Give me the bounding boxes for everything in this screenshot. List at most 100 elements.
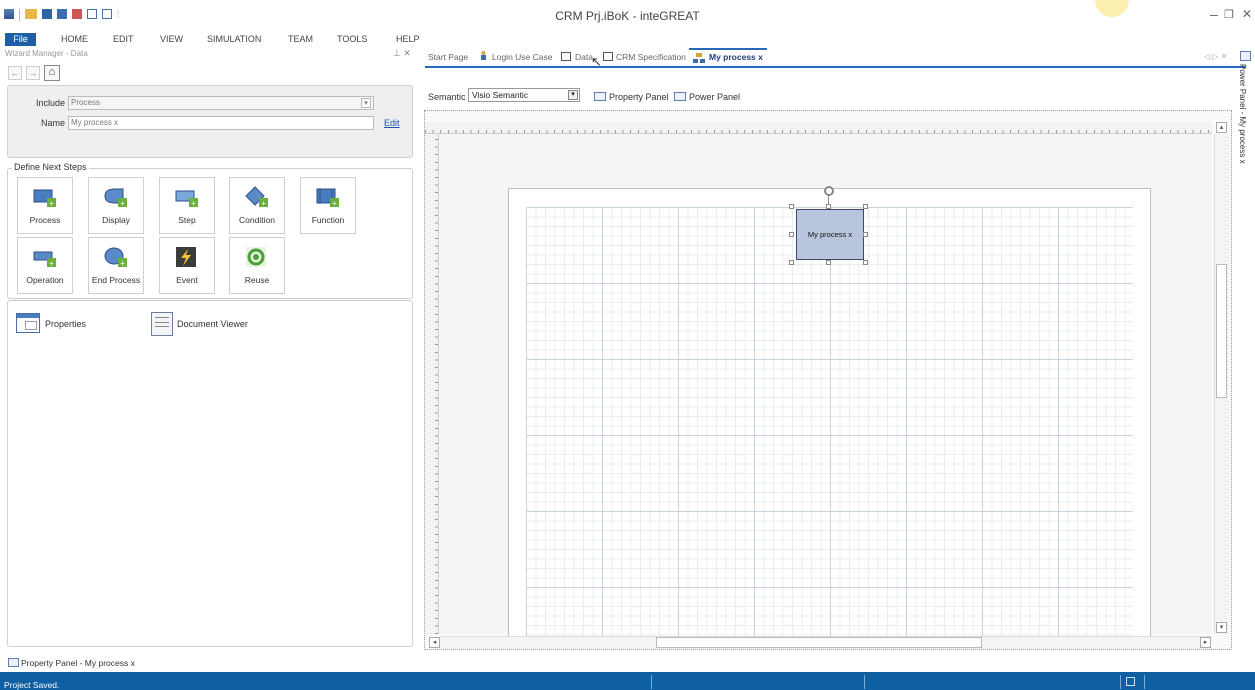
svg-text:+: +: [120, 199, 125, 208]
horizontal-scroll-thumb[interactable]: [656, 637, 982, 648]
name-field[interactable]: My process x: [68, 116, 374, 130]
property-panel-tab-icon: [8, 658, 19, 667]
include-value: Process: [71, 98, 100, 107]
tab-team[interactable]: TEAM: [288, 34, 313, 44]
status-text: Project Saved.: [4, 680, 60, 690]
semantic-select[interactable]: Visio Semantic ▾: [468, 88, 580, 102]
resize-handle[interactable]: [826, 260, 831, 265]
document-viewer-link[interactable]: Document Viewer: [177, 319, 248, 329]
doc-tab-login-use-case[interactable]: Login Use Case: [492, 52, 552, 62]
power-panel-side-icon[interactable]: [1240, 51, 1251, 61]
wizard-manager-title: Wizard Manager - Data: [5, 49, 88, 58]
svg-text:+: +: [49, 199, 54, 208]
process-shape[interactable]: My process x: [796, 209, 864, 260]
properties-icon[interactable]: [16, 313, 40, 333]
svg-text:+: +: [332, 199, 337, 208]
forward-icon[interactable]: →: [26, 66, 40, 80]
step-button-end-process[interactable]: + End Process: [88, 237, 144, 294]
semantic-label: Semantic: [428, 92, 466, 102]
horizontal-ruler: [425, 122, 1212, 134]
include-label: Include: [35, 98, 65, 108]
diagram-grid: [526, 207, 1133, 637]
step-button-function[interactable]: + Function: [300, 177, 356, 234]
tab-view[interactable]: VIEW: [160, 34, 183, 44]
doc-tab-my-process-x[interactable]: My process x: [689, 48, 767, 66]
step-label: Event: [176, 275, 198, 285]
step-button-condition[interactable]: + Condition: [229, 177, 285, 234]
doc-tab-crm-specification[interactable]: CRM Specification: [616, 52, 686, 62]
step-label: Function: [311, 215, 345, 225]
close-icon[interactable]: ✕: [1242, 7, 1252, 21]
tab-edit[interactable]: EDIT: [113, 34, 134, 44]
pin-close-icon[interactable]: ⊥ ✕: [393, 48, 411, 59]
step-button-step[interactable]: + Step: [159, 177, 215, 234]
scroll-left-icon[interactable]: ◂: [429, 637, 440, 648]
resize-handle[interactable]: [863, 232, 868, 237]
use-case-icon: [478, 51, 489, 61]
step-button-operation[interactable]: + Operation: [17, 237, 73, 294]
tab-help[interactable]: HELP: [396, 34, 420, 44]
semantic-value: Visio Semantic: [472, 90, 529, 100]
scroll-down-icon[interactable]: ▾: [1216, 622, 1227, 633]
property-panel-tab[interactable]: Property Panel - My process x: [21, 658, 135, 668]
doc-tab-start-page[interactable]: Start Page: [428, 52, 468, 62]
back-icon[interactable]: ←: [8, 66, 22, 80]
power-panel-side-tab[interactable]: Power Panel - My process x: [1238, 64, 1247, 164]
operation-icon: +: [33, 251, 56, 268]
step-button-reuse[interactable]: Reuse: [229, 237, 285, 294]
active-tab-label: My process x: [709, 52, 763, 62]
name-label: Name: [40, 118, 65, 128]
status-page-icon[interactable]: [1126, 677, 1135, 686]
svg-text:+: +: [49, 259, 54, 268]
resize-handle[interactable]: [863, 204, 868, 209]
condition-icon: +: [245, 186, 268, 208]
resize-handle[interactable]: [789, 260, 794, 265]
power-panel-button[interactable]: Power Panel: [689, 92, 740, 102]
svg-text:+: +: [261, 199, 266, 208]
resize-handle[interactable]: [789, 232, 794, 237]
properties-link[interactable]: Properties: [45, 319, 86, 329]
resize-handle[interactable]: [826, 204, 831, 209]
scroll-up-icon[interactable]: ▴: [1216, 122, 1227, 133]
chevron-down-icon[interactable]: ▾: [361, 98, 371, 108]
step-icon: +: [175, 190, 198, 208]
status-divider: [1120, 675, 1121, 689]
end-process-icon: +: [104, 247, 127, 268]
step-label: Display: [102, 215, 130, 225]
step-button-event[interactable]: Event: [159, 237, 215, 294]
status-bar: [0, 672, 1255, 690]
scroll-right-icon[interactable]: ▸: [1200, 637, 1211, 648]
steps-group-title: Define Next Steps: [12, 162, 89, 172]
include-select[interactable]: Process ▾: [68, 96, 374, 110]
minimize-icon[interactable]: –: [1210, 6, 1218, 22]
tab-simulation[interactable]: SIMULATION: [207, 34, 261, 44]
rotation-handle[interactable]: [824, 186, 834, 196]
tab-tools[interactable]: TOOLS: [337, 34, 367, 44]
edit-link[interactable]: Edit: [384, 118, 400, 128]
svg-text:+: +: [120, 259, 125, 268]
tab-nav-close-icon[interactable]: ◁ ▷ ✕: [1204, 52, 1227, 61]
property-panel-button[interactable]: Property Panel: [609, 92, 669, 102]
tools-group: [7, 300, 413, 647]
step-button-display[interactable]: + Display: [88, 177, 144, 234]
vertical-ruler: [425, 134, 439, 634]
resize-handle[interactable]: [863, 260, 868, 265]
home-icon[interactable]: ⌂: [44, 65, 60, 81]
vertical-scroll-thumb[interactable]: [1216, 264, 1227, 398]
event-icon: [176, 247, 196, 267]
restore-icon[interactable]: ❐: [1224, 8, 1234, 21]
tab-home[interactable]: HOME: [61, 34, 88, 44]
chevron-down-icon[interactable]: ▾: [568, 90, 578, 100]
tab-file[interactable]: File: [5, 33, 36, 46]
step-label: Condition: [239, 215, 275, 225]
data-table-icon: [561, 52, 571, 61]
step-label: Reuse: [244, 275, 270, 285]
resize-handle[interactable]: [789, 204, 794, 209]
step-label: Process: [29, 215, 61, 225]
tabs-underline: [425, 66, 1245, 68]
step-button-process[interactable]: + Process: [17, 177, 73, 234]
process-icon: +: [33, 189, 56, 208]
step-label: End Process: [91, 275, 141, 285]
display-icon: +: [104, 188, 127, 208]
document-viewer-icon[interactable]: [151, 312, 173, 336]
